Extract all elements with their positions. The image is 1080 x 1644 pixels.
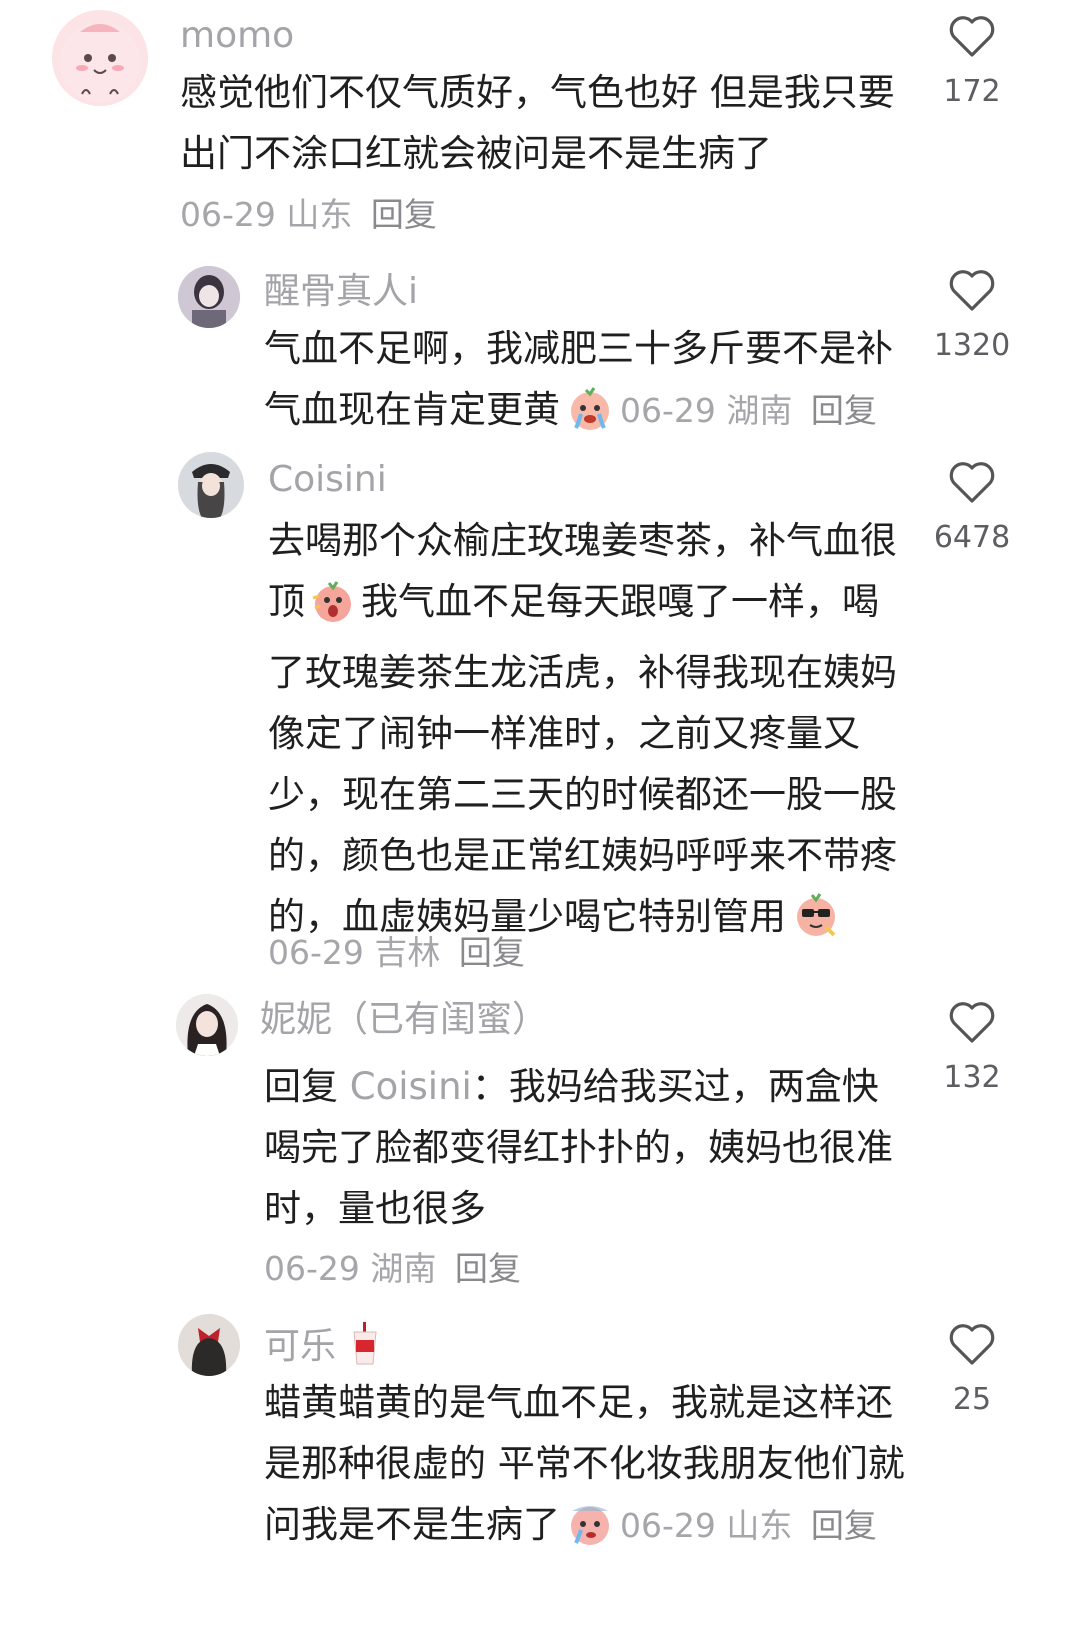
like-count: 6478 [933, 520, 1011, 555]
username[interactable]: Coisini [268, 460, 387, 500]
like-count: 25 [952, 1382, 992, 1417]
like-button[interactable]: 1320 [932, 268, 1012, 363]
reply-prefix: 回复 [264, 1065, 338, 1108]
avatar[interactable] [178, 1314, 240, 1376]
comment-location: 湖南 [370, 1249, 437, 1288]
heart-icon[interactable] [948, 460, 996, 504]
comment-location: 山东 [286, 195, 353, 234]
comment-meta: 06-29 山东 回复 [620, 1506, 877, 1545]
heart-icon[interactable] [948, 1322, 996, 1366]
comment-date: 06-29 [264, 1249, 360, 1288]
username[interactable]: 可乐 [264, 1322, 383, 1375]
like-button[interactable]: 172 [932, 14, 1012, 109]
username[interactable]: 醒骨真人i [264, 272, 418, 312]
reply-button[interactable]: 回复 [811, 391, 877, 430]
reply-button[interactable]: 回复 [459, 933, 525, 972]
comment-text: 回复 Coisini：我妈给我买过，两盒快喝完了脸都变得红扑扑的，姨妈也很准时，… [264, 1065, 893, 1230]
comment-meta: 06-29 山东 回复 [180, 188, 437, 236]
username[interactable]: 妮妮（已有闺蜜） [260, 1000, 548, 1040]
comment-text: 气血不足啊，我减肥三十多斤要不是补气血现在肯定更黄 06-29 湖南 回复 [264, 318, 914, 450]
comment-meta: 06-29 湖南 回复 [264, 1242, 521, 1290]
comment-location: 湖南 [726, 391, 793, 430]
shocked-emoji-icon [309, 578, 357, 642]
comment-location: 吉林 [374, 933, 441, 972]
comment-date: 06-29 [180, 195, 276, 234]
avatar[interactable] [52, 10, 148, 106]
like-count: 172 [943, 74, 1001, 109]
reply-button[interactable]: 回复 [455, 1249, 521, 1288]
comment-text: 感觉他们不仅气质好，气色也好 但是我只要出门不涂口红就会被问是不是生病了 [180, 71, 895, 175]
comment-meta: 06-29 湖南 回复 [620, 391, 877, 430]
like-button[interactable]: 6478 [932, 460, 1012, 555]
reply-button[interactable]: 回复 [811, 1506, 877, 1545]
comment-date: 06-29 [620, 391, 716, 430]
like-button[interactable]: 132 [932, 1000, 1012, 1095]
comment-date: 06-29 [268, 933, 364, 972]
avatar[interactable] [178, 452, 244, 518]
drink-cup-icon [351, 1322, 379, 1375]
crying-emoji-icon [564, 384, 616, 450]
like-button[interactable]: 25 [932, 1322, 1012, 1417]
heart-icon[interactable] [948, 268, 996, 312]
cool-sunglasses-emoji-icon [790, 889, 842, 957]
comment-date: 06-29 [620, 1506, 716, 1545]
comment-meta: 06-29 吉林 回复 [268, 926, 525, 974]
like-count: 1320 [933, 328, 1011, 363]
crying-emoji-icon [564, 1499, 616, 1565]
heart-icon[interactable] [948, 1000, 996, 1044]
username[interactable]: momo [180, 16, 294, 56]
avatar[interactable] [178, 266, 240, 328]
comment-location: 山东 [726, 1506, 793, 1545]
heart-icon[interactable] [948, 14, 996, 58]
avatar[interactable] [176, 994, 238, 1056]
reply-button[interactable]: 回复 [371, 195, 437, 234]
like-count: 132 [943, 1060, 1001, 1095]
mention-link[interactable]: Coisini [350, 1065, 472, 1108]
comment-text: 去喝那个众榆庄玫瑰姜枣茶，补气血很顶 我气血不足每天跟嘎了一样，喝了玫瑰姜茶生龙… [268, 510, 908, 957]
comment-text: 蜡黄蜡黄的是气血不足，我就是这样还是那种很虚的 平常不化妆我朋友他们就问我是不是… [264, 1372, 914, 1565]
